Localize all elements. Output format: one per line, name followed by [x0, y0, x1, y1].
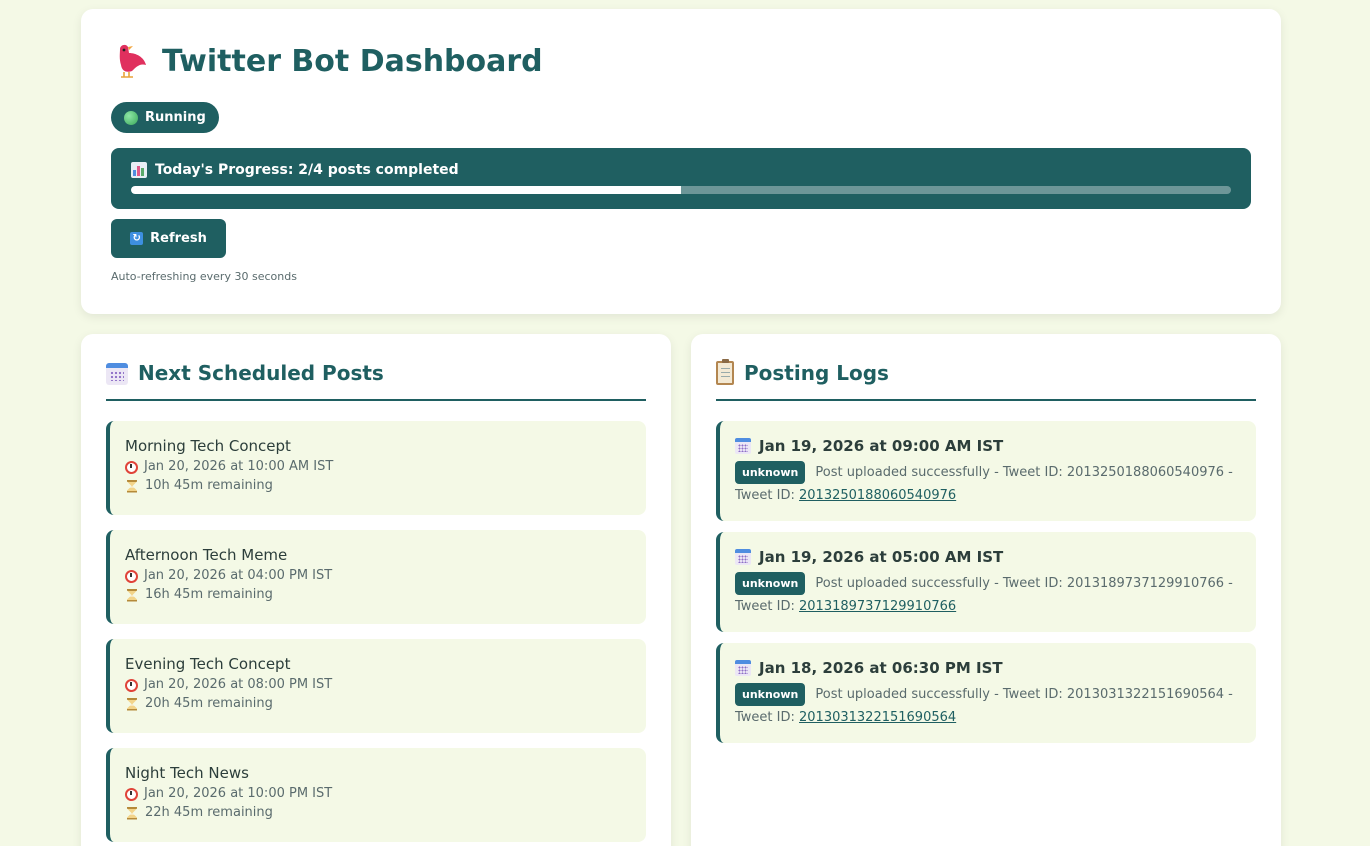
post-remaining-text: 16h 45m remaining — [145, 587, 273, 602]
log-date: Jan 19, 2026 at 09:00 AM IST — [735, 437, 1241, 455]
post-remaining: 10h 45m remaining — [125, 479, 646, 493]
hourglass-icon — [127, 588, 137, 602]
progress-label-text: Today's Progress: 2/4 posts completed — [155, 162, 459, 178]
tweet-id-prefix: Tweet ID: — [735, 599, 800, 614]
log-date-text: Jan 19, 2026 at 09:00 AM IST — [759, 437, 1004, 455]
scheduled-posts-heading-text: Next Scheduled Posts — [138, 361, 384, 385]
dashboard-header-card: Twitter Bot Dashboard Running Today's Pr… — [81, 9, 1281, 314]
tweet-id-prefix: Tweet ID: — [735, 710, 800, 725]
progress-label: Today's Progress: 2/4 posts completed — [131, 162, 1231, 178]
scheduled-posts-heading: Next Scheduled Posts — [106, 361, 646, 401]
post-time-text: Jan 20, 2026 at 10:00 AM IST — [144, 459, 334, 474]
calendar-icon — [735, 660, 751, 676]
alarm-clock-icon — [125, 787, 138, 801]
post-remaining: 22h 45m remaining — [125, 806, 646, 820]
posting-logs-heading: Posting Logs — [716, 359, 1256, 401]
list-item: Evening Tech Concept Jan 20, 2026 at 08:… — [106, 639, 646, 733]
bar-chart-icon — [131, 162, 147, 178]
log-date-text: Jan 18, 2026 at 06:30 PM IST — [759, 659, 1003, 677]
log-date-text: Jan 19, 2026 at 05:00 AM IST — [759, 548, 1004, 566]
refresh-icon: ↻ — [130, 232, 144, 245]
status-badge: Running — [111, 102, 219, 133]
calendar-icon — [735, 438, 751, 454]
log-message-text: Post uploaded successfully - Tweet ID: 2… — [815, 687, 1233, 702]
log-message: unknown Post uploaded successfully - Twee… — [735, 572, 1241, 618]
status-text: Running — [145, 110, 206, 125]
post-time-text: Jan 20, 2026 at 04:00 PM IST — [144, 568, 333, 583]
log-message: unknown Post uploaded successfully - Twee… — [735, 683, 1241, 729]
bird-icon — [114, 43, 148, 79]
log-message-text: Post uploaded successfully - Tweet ID: 2… — [815, 576, 1233, 591]
auto-refresh-note: Auto-refreshing every 30 seconds — [111, 270, 297, 283]
page-title: Twitter Bot Dashboard — [114, 43, 543, 79]
log-entry: Jan 18, 2026 at 06:30 PM IST unknown Post… — [716, 643, 1256, 743]
post-remaining: 16h 45m remaining — [125, 588, 646, 602]
calendar-icon — [106, 363, 128, 385]
posting-logs-card: Posting Logs Jan 19, 2026 at 09:00 AM IS… — [691, 334, 1281, 846]
list-item: Afternoon Tech Meme Jan 20, 2026 at 04:0… — [106, 530, 646, 624]
post-remaining: 20h 45m remaining — [125, 697, 646, 711]
post-title: Night Tech News — [125, 764, 249, 782]
post-time: Jan 20, 2026 at 10:00 PM IST — [125, 787, 646, 801]
post-time: Jan 20, 2026 at 08:00 PM IST — [125, 678, 646, 692]
tweet-link[interactable]: 2013031322151690564 — [799, 710, 956, 725]
post-remaining-text: 22h 45m remaining — [145, 805, 273, 820]
hourglass-icon — [127, 697, 137, 711]
post-time-text: Jan 20, 2026 at 08:00 PM IST — [144, 677, 333, 692]
post-remaining-text: 10h 45m remaining — [145, 478, 273, 493]
post-time: Jan 20, 2026 at 04:00 PM IST — [125, 569, 646, 583]
tweet-id-prefix: Tweet ID: — [735, 488, 800, 503]
refresh-button-label: Refresh — [150, 231, 207, 246]
post-title: Afternoon Tech Meme — [125, 546, 288, 564]
clipboard-icon — [716, 359, 734, 385]
posting-logs-heading-text: Posting Logs — [744, 361, 889, 385]
post-time-text: Jan 20, 2026 at 10:00 PM IST — [144, 786, 333, 801]
status-badge: unknown — [735, 461, 806, 484]
post-title: Morning Tech Concept — [125, 437, 291, 455]
list-item: Night Tech News Jan 20, 2026 at 10:00 PM… — [106, 748, 646, 842]
tweet-link[interactable]: 2013189737129910766 — [799, 599, 956, 614]
log-message-text: Post uploaded successfully - Tweet ID: 2… — [815, 465, 1233, 480]
tweet-link[interactable]: 2013250188060540976 — [799, 488, 956, 503]
progress-panel: Today's Progress: 2/4 posts completed — [111, 148, 1251, 209]
list-item: Morning Tech Concept Jan 20, 2026 at 10:… — [106, 421, 646, 515]
log-date: Jan 19, 2026 at 05:00 AM IST — [735, 548, 1241, 566]
alarm-clock-icon — [125, 678, 138, 692]
progress-bar-fill — [131, 186, 681, 194]
hourglass-icon — [127, 806, 137, 820]
green-dot-icon — [124, 110, 138, 125]
log-entry: Jan 19, 2026 at 05:00 AM IST unknown Post… — [716, 532, 1256, 632]
log-entry: Jan 19, 2026 at 09:00 AM IST unknown Post… — [716, 421, 1256, 521]
post-title: Evening Tech Concept — [125, 655, 291, 673]
scheduled-posts-card: Next Scheduled Posts Morning Tech Concep… — [81, 334, 671, 846]
alarm-clock-icon — [125, 460, 138, 474]
calendar-icon — [735, 549, 751, 565]
post-time: Jan 20, 2026 at 10:00 AM IST — [125, 460, 646, 474]
post-remaining-text: 20h 45m remaining — [145, 696, 273, 711]
page-title-text: Twitter Bot Dashboard — [162, 43, 543, 79]
alarm-clock-icon — [125, 569, 138, 583]
status-badge: unknown — [735, 683, 806, 706]
progress-bar — [131, 186, 1231, 194]
log-message: unknown Post uploaded successfully - Twee… — [735, 461, 1241, 507]
status-badge: unknown — [735, 572, 806, 595]
log-date: Jan 18, 2026 at 06:30 PM IST — [735, 659, 1241, 677]
refresh-button[interactable]: ↻ Refresh — [111, 219, 226, 258]
hourglass-icon — [127, 479, 137, 493]
